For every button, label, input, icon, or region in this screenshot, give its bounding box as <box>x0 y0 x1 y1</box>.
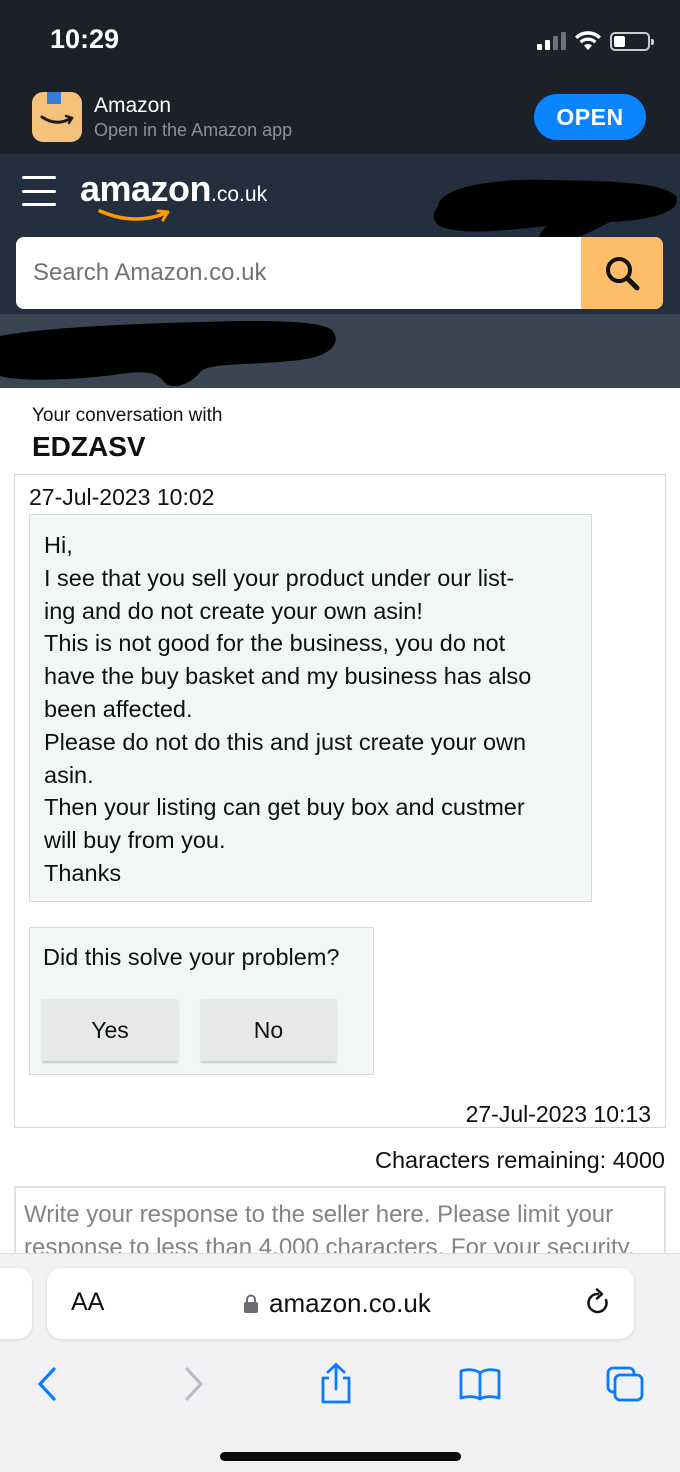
amazon-header: amazon.co.uk <box>0 154 680 314</box>
app-banner: Amazon Open in the Amazon app OPEN <box>0 80 680 154</box>
forward-button[interactable] <box>172 1362 216 1406</box>
amazon-logo[interactable]: amazon.co.uk <box>80 168 268 222</box>
logo-tld: .co.uk <box>211 183 268 206</box>
share-button[interactable] <box>314 1362 358 1406</box>
browser-toolbar: AA amazon.co.uk <box>0 1253 680 1472</box>
previous-tab-peek[interactable] <box>0 1268 32 1339</box>
no-button[interactable]: No <box>201 999 336 1061</box>
search-bar <box>16 237 663 309</box>
yes-button[interactable]: Yes <box>42 999 178 1061</box>
share-icon <box>321 1363 351 1404</box>
redaction-mark <box>0 320 336 387</box>
tabs-icon <box>606 1366 644 1402</box>
seller-name: EDZASV <box>32 431 146 462</box>
amazon-app-icon <box>32 92 82 142</box>
reply-timestamp: 27-Jul-2023 10:13 <box>465 1101 651 1127</box>
home-indicator <box>220 1452 461 1461</box>
open-app-button[interactable]: OPEN <box>534 94 646 140</box>
search-input[interactable] <box>16 237 581 309</box>
status-bar: 10:29 <box>0 0 680 80</box>
message-line: have the buy basket and my business has … <box>44 663 532 690</box>
status-icons <box>537 30 654 52</box>
feedback-question: Did this solve your problem? <box>43 944 340 970</box>
message-line: This is not good for the business, you d… <box>44 630 506 657</box>
message-bubble: Hi, I see that you sell your product und… <box>29 514 592 902</box>
back-chevron-icon <box>38 1367 56 1401</box>
conversation-label: Your conversation with <box>32 405 223 426</box>
url-text: amazon.co.uk <box>269 1288 431 1318</box>
text-size-button[interactable]: AA <box>71 1288 104 1317</box>
address-bar[interactable]: AA amazon.co.uk <box>47 1268 634 1339</box>
characters-remaining: Characters remaining: 4000 <box>375 1147 665 1173</box>
app-banner-title: Amazon <box>94 94 172 117</box>
lock-icon <box>244 1294 258 1313</box>
bookmarks-button[interactable] <box>458 1362 502 1406</box>
conversation-thread: 27-Jul-2023 10:02 Hi, I see that you sel… <box>14 474 666 1128</box>
message-line: Please do not do this and just create yo… <box>44 728 527 755</box>
message-line: Thanks <box>44 859 122 886</box>
wifi-icon <box>575 31 601 50</box>
status-time: 10:29 <box>50 24 120 54</box>
message-line: been affected. <box>44 695 193 722</box>
battery-icon <box>610 31 654 51</box>
message-line: will buy from you. <box>44 827 226 854</box>
app-banner-subtitle: Open in the Amazon app <box>94 120 293 140</box>
message-line: asin. <box>44 761 94 788</box>
message-line: Then your listing can get buy box and cu… <box>44 794 525 821</box>
message-line: ing and do not create your own asin! <box>44 597 423 624</box>
menu-icon[interactable] <box>22 176 56 206</box>
feedback-box: Did this solve your problem? Yes No <box>29 927 374 1075</box>
back-button[interactable] <box>25 1362 69 1406</box>
book-icon <box>459 1368 501 1401</box>
message-timestamp: 27-Jul-2023 10:02 <box>29 484 215 510</box>
reload-icon[interactable] <box>584 1288 612 1318</box>
message-line: I see that you sell your product under o… <box>44 564 515 591</box>
search-button[interactable] <box>581 237 663 309</box>
search-icon <box>606 257 640 291</box>
tabs-button[interactable] <box>603 1362 647 1406</box>
smile-arrow-icon <box>98 209 170 222</box>
redaction-mark <box>433 179 677 243</box>
message-line: Hi, <box>44 532 73 558</box>
forward-chevron-icon <box>185 1367 203 1401</box>
url-display[interactable]: amazon.co.uk <box>243 1288 431 1319</box>
logo-word: amazon <box>80 168 212 209</box>
cellular-signal-icon <box>537 32 566 50</box>
browser-nav-row <box>0 1362 680 1406</box>
sub-nav <box>0 314 680 388</box>
text-size-label: AA <box>71 1288 105 1316</box>
